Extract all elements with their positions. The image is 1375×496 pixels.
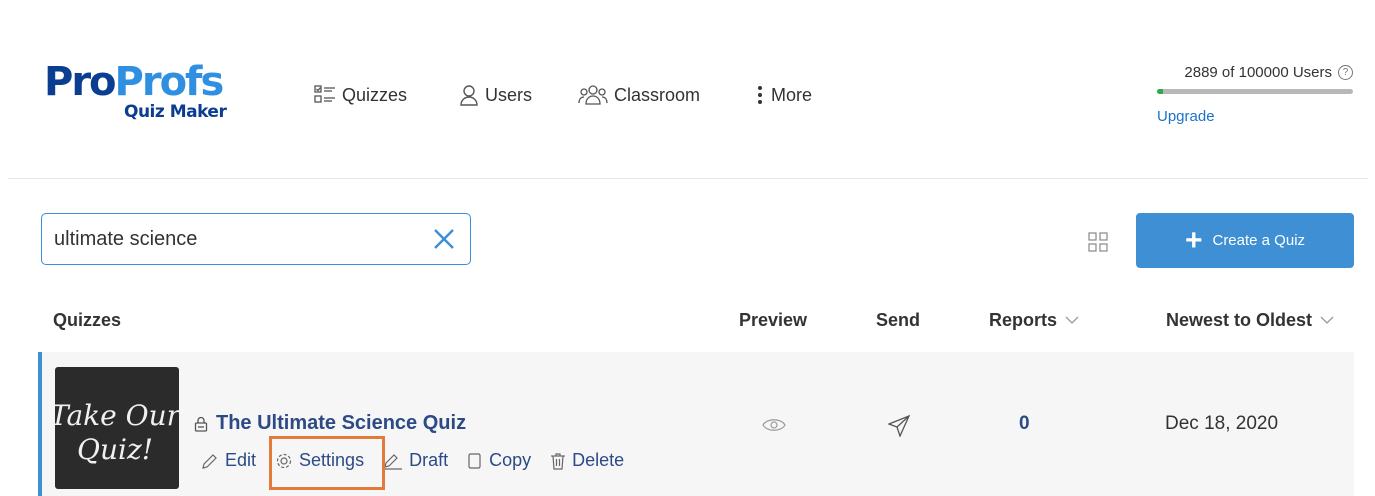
quiz-date: Dec 18, 2020 (1165, 413, 1279, 434)
usage-count: 2889 of 100000 Users (1184, 64, 1332, 81)
classroom-icon (578, 85, 608, 105)
quiz-actions: Edit Settings Draft Copy Delete (201, 450, 643, 471)
nav-users-label: Users (485, 84, 533, 105)
nav-more[interactable]: More (755, 80, 812, 110)
copy-icon (468, 452, 481, 469)
lock-icon (194, 416, 208, 432)
user-usage-panel: 2889 of 100000 Users ? Upgrade (1157, 64, 1353, 126)
sort-dropdown[interactable]: Newest to Oldest (1166, 310, 1334, 331)
usage-progress-fill (1157, 89, 1163, 94)
nav-quizzes[interactable]: Quizzes (314, 80, 407, 110)
send-button[interactable] (887, 414, 911, 442)
copy-button[interactable]: Copy (467, 450, 531, 471)
search-box (41, 213, 471, 265)
chevron-down-icon (1065, 316, 1079, 324)
help-icon[interactable]: ? (1338, 65, 1353, 80)
nav-more-label: More (771, 84, 813, 105)
sort-label: Newest to Oldest (1166, 310, 1313, 330)
delete-button[interactable]: Delete (550, 450, 624, 471)
create-quiz-button[interactable]: + Create a Quiz (1136, 213, 1354, 268)
proprofs-logo[interactable]: ProProfs Quiz Maker (44, 62, 254, 124)
grid-view-toggle[interactable] (1088, 232, 1108, 252)
draft-button[interactable]: Draft (383, 450, 448, 471)
settings-highlight-box (269, 436, 385, 490)
nav-classroom[interactable]: Classroom (578, 80, 700, 110)
trash-icon (551, 452, 566, 470)
draft-label: Draft (409, 450, 449, 470)
reports-header-label: Reports (989, 310, 1058, 330)
pencil-icon (202, 453, 217, 469)
more-vertical-icon (758, 86, 762, 104)
grid-icon (1088, 232, 1108, 252)
logo-subtitle: Quiz Maker (124, 102, 227, 122)
search-input[interactable] (54, 227, 430, 251)
reports-count[interactable]: 0 (1019, 413, 1030, 435)
eye-icon (762, 419, 786, 431)
plus-icon: + (1184, 223, 1203, 257)
row-accent-bar (38, 352, 42, 496)
nav-users[interactable]: Users (459, 80, 532, 110)
quizzes-icon (314, 85, 335, 103)
user-icon (460, 85, 478, 106)
delete-label: Delete (572, 450, 625, 470)
quiz-thumbnail[interactable]: Take Our Quiz! (55, 367, 179, 489)
draft-pencil-icon (384, 453, 403, 470)
nav-classroom-label: Classroom (614, 84, 701, 105)
preview-button[interactable] (762, 417, 786, 438)
clear-search-button[interactable] (430, 225, 458, 253)
edit-label: Edit (225, 450, 257, 470)
column-header-reports[interactable]: Reports (989, 310, 1079, 331)
create-quiz-label: Create a Quiz (1212, 232, 1306, 249)
edit-button[interactable]: Edit (201, 450, 256, 471)
usage-progress-bar (1157, 89, 1353, 94)
quiz-title-link[interactable]: The Ultimate Science Quiz (194, 412, 466, 435)
column-header-quizzes: Quizzes (53, 310, 122, 330)
usage-text-row: 2889 of 100000 Users ? (1157, 64, 1353, 81)
close-icon (434, 229, 454, 249)
chevron-down-icon (1320, 316, 1334, 324)
column-header-send: Send (876, 310, 921, 330)
quiz-title: The Ultimate Science Quiz (216, 412, 467, 434)
upgrade-link[interactable]: Upgrade (1157, 108, 1215, 125)
thumbnail-text: Take Our Quiz! (55, 399, 179, 466)
logo-wordmark: ProProfs (44, 59, 224, 105)
header-divider (8, 178, 1368, 179)
column-header-preview: Preview (739, 310, 808, 330)
nav-quizzes-label: Quizzes (342, 84, 408, 105)
paper-plane-icon (887, 414, 911, 438)
copy-label: Copy (489, 450, 532, 470)
